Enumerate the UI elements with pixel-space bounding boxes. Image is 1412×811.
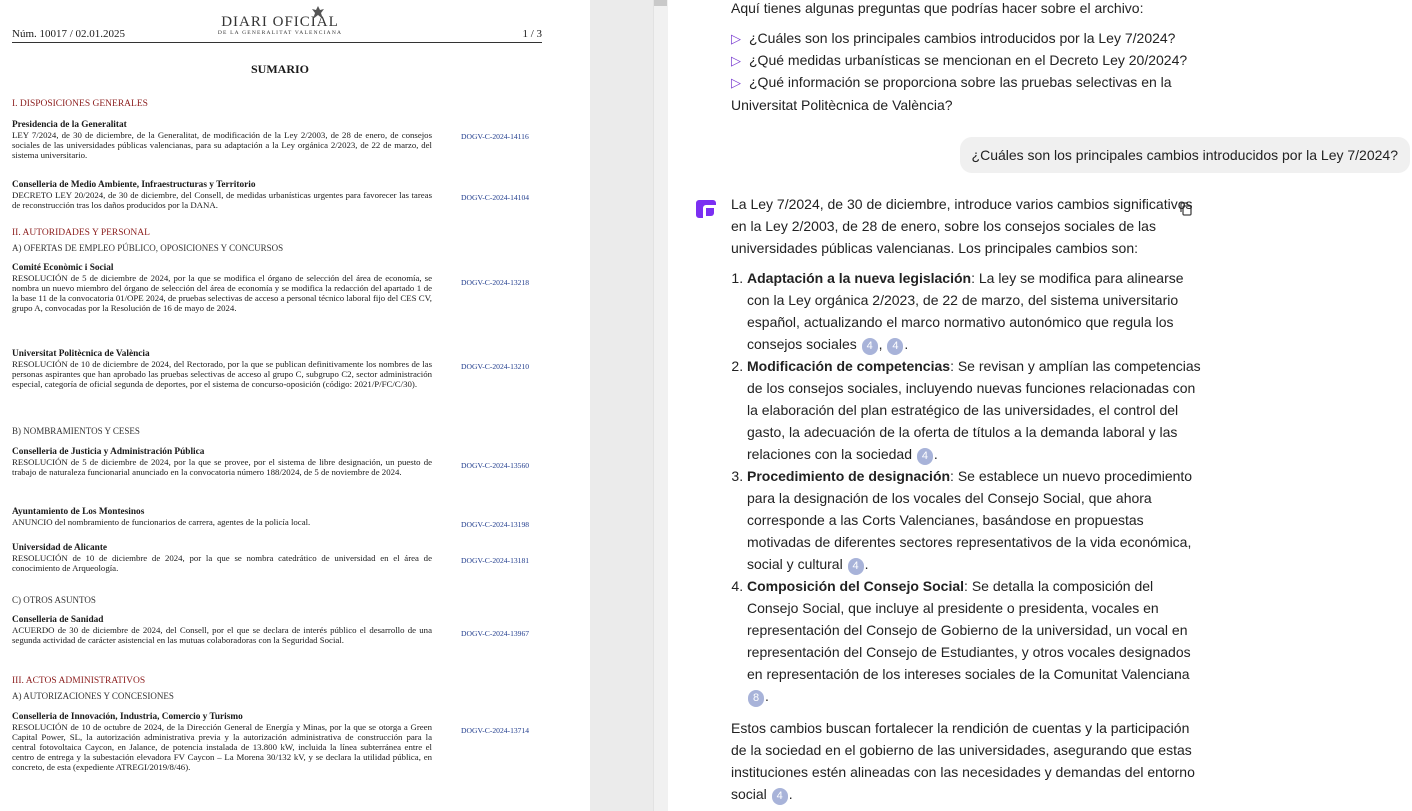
bat-emblem-icon [312,6,324,19]
dogv-code-link[interactable]: DOGV-C-2024-14104 [461,193,529,202]
pdf-entry: Conselleria de Medio Ambiente, Infraestr… [12,180,432,210]
user-message: ¿Cuáles son los principales cambios intr… [959,137,1410,173]
entry-text: RESOLUCIÓN de 10 de diciembre de 2024, d… [12,359,432,389]
question-text[interactable]: ¿Cuáles son los principales cambios intr… [749,30,1175,46]
pdf-entry: Conselleria de Innovación, Industria, Co… [12,712,432,772]
answer-item: Adaptación a la nueva legislación: La le… [747,267,1201,355]
citation-badge[interactable]: 4 [847,558,864,575]
item-title: Adaptación a la nueva legislación [747,270,972,286]
citation-badge[interactable]: 4 [771,788,788,805]
entry-title: Conselleria de Innovación, Industria, Co… [12,712,243,722]
outro-text: Estos cambios buscan fortalecer la rendi… [731,720,1195,802]
question-text[interactable]: ¿Qué información se proporciona sobre la… [731,74,1172,113]
subsection-heading: A) AUTORIZACIONES Y CONCESIONES [12,691,174,701]
pdf-entry: Presidencia de la Generalitat LEY 7/2024… [12,120,432,160]
assistant-message: La Ley 7/2024, de 30 de diciembre, intro… [731,193,1201,805]
entry-title: Conselleria de Justicia y Administración… [12,447,205,457]
answer-item: Modificación de competencias: Se revisan… [747,355,1201,465]
entry-text: ANUNCIO del nombramiento de funcionarios… [12,517,311,527]
suggested-question[interactable]: ▷ ¿Qué medidas urbanísticas se mencionan … [731,49,1201,72]
assistant-logo-icon [696,200,716,218]
citation-badge[interactable]: 4 [916,448,933,465]
chat-scrollbar[interactable] [653,0,668,811]
dogv-code-link[interactable]: DOGV-C-2024-13181 [461,556,529,565]
entry-title: Ayuntamiento de Los Montesinos [12,507,145,517]
pdf-entry: Comité Econòmic i Social RESOLUCIÓN de 5… [12,263,432,313]
page-count: 1 / 3 [522,28,542,40]
dogv-code-link[interactable]: DOGV-C-2024-13714 [461,726,529,735]
entry-text: DECRETO LEY 20/2024, de 30 de diciembre,… [12,190,432,210]
entry-title: Universitat Politècnica de València [12,349,150,359]
subsection-heading: C) OTROS ASUNTOS [12,595,96,605]
logo-subtitle: DE LA GENERALITAT VALENCIANA [217,30,343,36]
entry-text: RESOLUCIÓN de 10 de diciembre de 2024, p… [12,553,432,573]
section-heading: II. AUTORIDADES Y PERSONAL [12,228,150,238]
chat-panel: Aquí tienes algunas preguntas que podría… [668,0,1412,811]
arrow-icon: ▷ [731,75,741,90]
entry-text: ACUERDO de 30 de diciembre de 2024, del … [12,625,432,645]
pdf-entry: Ayuntamiento de Los Montesinos ANUNCIO d… [12,507,432,527]
entry-title: Presidencia de la Generalitat [12,120,127,130]
citation-badge[interactable]: 4 [861,338,878,355]
entry-title: Universidad de Alicante [12,543,108,553]
suggested-question[interactable]: ▷ ¿Qué información se proporciona sobre l… [731,71,1201,116]
subsection-heading: B) NOMBRAMIENTOS Y CESES [12,426,140,436]
item-title: Procedimiento de designación [747,468,951,484]
scrollbar-thumb[interactable] [654,0,667,6]
pdf-header: Núm. 10017 / 02.01.2025 DIARI OFICIAL DE… [12,6,542,43]
suggestions-intro: Aquí tienes algunas preguntas que podría… [731,0,1144,16]
answer-intro: La Ley 7/2024, de 30 de diciembre, intro… [731,196,1193,256]
item-title: Composición del Consejo Social [747,578,965,594]
arrow-icon: ▷ [731,53,741,68]
summary-heading: SUMARIO [250,62,309,76]
dogv-code-link[interactable]: DOGV-C-2024-13560 [461,461,529,470]
answer-item: Composición del Consejo Social: Se detal… [747,575,1201,707]
entry-text: RESOLUCIÓN de 10 de octubre de 2024, de … [12,722,432,772]
dogv-code-link[interactable]: DOGV-C-2024-14116 [461,132,529,141]
pdf-viewer[interactable]: Núm. 10017 / 02.01.2025 DIARI OFICIAL DE… [0,0,590,811]
citation-badge[interactable]: 4 [887,338,904,355]
pdf-entry: Universitat Politècnica de València RESO… [12,349,432,389]
dogv-logo: DIARI OFICIAL DE LA GENERALITAT VALENCIA… [212,6,348,36]
section-heading: I. DISPOSICIONES GENERALES [12,99,148,109]
pdf-entry: Universidad de Alicante RESOLUCIÓN de 10… [12,543,432,573]
suggested-question[interactable]: ▷ ¿Cuáles son los principales cambios int… [731,27,1201,50]
entry-text: RESOLUCIÓN de 5 de diciembre de 2024, po… [12,273,432,313]
dogv-code-link[interactable]: DOGV-C-2024-13198 [461,520,529,529]
dogv-code-link[interactable]: DOGV-C-2024-13967 [461,629,529,638]
arrow-icon: ▷ [731,31,741,46]
dogv-code-link[interactable]: DOGV-C-2024-13210 [461,362,529,371]
entry-title: Conselleria de Sanidad [12,615,104,625]
answer-item: Procedimiento de designación: Se estable… [747,465,1201,575]
answer-list: Adaptación a la nueva legislación: La le… [731,267,1201,707]
issue-number: Núm. 10017 / 02.01.2025 [12,28,126,40]
entry-title: Comité Econòmic i Social [12,263,114,273]
answer-outro: Estos cambios buscan fortalecer la rendi… [731,717,1201,805]
pdf-entry: Conselleria de Justicia y Administración… [12,447,432,477]
subsection-heading: A) OFERTAS DE EMPLEO PÚBLICO, OPOSICIONE… [12,243,284,253]
logo-title: DIARI OFICIAL [221,14,339,30]
viewer-gutter [590,0,654,811]
entry-text: RESOLUCIÓN de 5 de diciembre de 2024, po… [12,457,432,477]
section-heading: III. ACTOS ADMINISTRATIVOS [12,676,146,686]
question-text[interactable]: ¿Qué medidas urbanísticas se mencionan e… [749,52,1187,68]
entry-title: Conselleria de Medio Ambiente, Infraestr… [12,180,256,190]
entry-text: LEY 7/2024, de 30 de diciembre, de la Ge… [12,130,432,160]
pdf-entry: Conselleria de Sanidad ACUERDO de 30 de … [12,615,432,645]
citation-badge[interactable]: 8 [748,690,764,707]
item-title: Modificación de competencias [747,358,951,374]
dogv-code-link[interactable]: DOGV-C-2024-13218 [461,278,529,287]
